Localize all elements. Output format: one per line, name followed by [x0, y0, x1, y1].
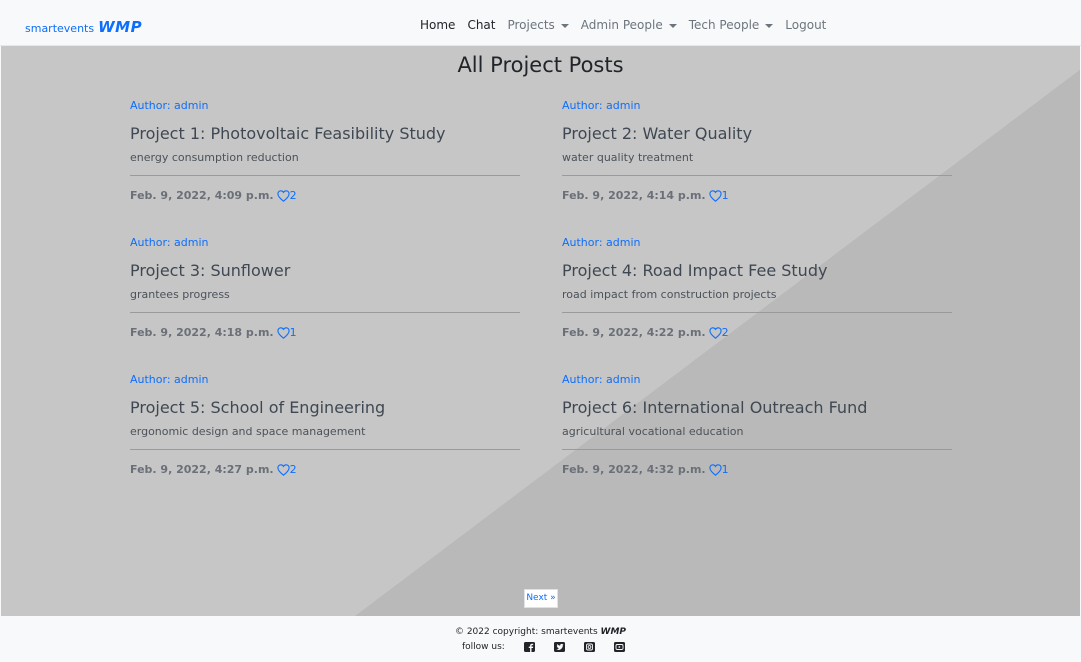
heart-icon[interactable]: [708, 189, 722, 202]
post-date: Feb. 9, 2022, 4:09 p.m.: [130, 189, 274, 202]
like-count: 1: [289, 326, 297, 339]
like-count: 1: [721, 189, 729, 202]
heart-icon[interactable]: [276, 189, 290, 202]
post-divider: [130, 312, 520, 313]
caret-down-icon: [560, 23, 569, 28]
post-meta: Feb. 9, 2022, 4:18 p.m. 1: [130, 326, 520, 339]
post-author-link[interactable]: Author: admin: [130, 99, 520, 112]
post-divider: [130, 449, 520, 450]
post-description: energy consumption reduction: [130, 151, 299, 164]
post-meta: Feb. 9, 2022, 4:14 p.m. 1: [562, 189, 952, 202]
post-card: Author: admin Project 4: Road Impact Fee…: [562, 236, 952, 339]
like-count: 2: [289, 463, 297, 476]
post-card: Author: admin Project 3: Sunflower grant…: [130, 236, 520, 339]
post-title[interactable]: Project 2: Water Quality: [562, 124, 952, 143]
nav-chat-label: Chat: [467, 18, 496, 32]
post-date: Feb. 9, 2022, 4:27 p.m.: [130, 463, 274, 476]
post-author-link[interactable]: Author: admin: [130, 236, 520, 249]
post-title[interactable]: Project 3: Sunflower: [130, 261, 520, 280]
copyright-label: © 2022 copyright: smartevents: [454, 627, 598, 637]
post-card: Author: admin Project 6: International O…: [562, 373, 952, 476]
brand-text: smartevents: [25, 22, 95, 35]
footer: © 2022 copyright: smartevents WMP follow…: [0, 616, 1081, 662]
post-description: water quality treatment: [562, 151, 694, 164]
nav-admin-people-label: Admin People: [580, 18, 663, 32]
brand-logo[interactable]: smartevents WMP: [25, 18, 142, 36]
post-card: Author: admin Project 5: School of Engin…: [130, 373, 520, 476]
post-divider: [562, 449, 952, 450]
main-content: All Project Posts Author: admin Project …: [1, 46, 1080, 616]
post-description: road impact from construction projects: [562, 288, 777, 301]
post-author-link[interactable]: Author: admin: [130, 373, 520, 386]
nav-tech-people-dropdown[interactable]: Tech People: [689, 18, 774, 32]
heart-icon[interactable]: [276, 326, 290, 339]
post-date: Feb. 9, 2022, 4:32 p.m.: [562, 463, 706, 476]
post-author-link[interactable]: Author: admin: [562, 373, 952, 386]
post-date: Feb. 9, 2022, 4:14 p.m.: [562, 189, 706, 202]
facebook-icon[interactable]: [523, 642, 535, 652]
like-count: 2: [289, 189, 297, 202]
nav-logout-link[interactable]: Logout: [785, 18, 826, 32]
nav-projects-label: Projects: [507, 18, 555, 32]
instagram-icon[interactable]: [583, 642, 595, 652]
post-title[interactable]: Project 5: School of Engineering: [130, 398, 520, 417]
post-description: agricultural vocational education: [562, 425, 744, 438]
post-meta: Feb. 9, 2022, 4:32 p.m. 1: [562, 463, 952, 476]
navbar: smartevents WMP Home Chat Projects Admin…: [0, 4, 1081, 46]
page-title: All Project Posts: [457, 53, 624, 77]
nav-home-link[interactable]: Home: [420, 18, 455, 32]
nav-chat-link[interactable]: Chat: [467, 18, 495, 32]
follow-us: follow us:: [462, 642, 625, 652]
heart-icon[interactable]: [708, 463, 722, 476]
post-title[interactable]: Project 1: Photovoltaic Feasibility Stud…: [130, 124, 520, 143]
nav-links: Home Chat Projects Admin People Tech Peo…: [420, 18, 838, 32]
heart-icon[interactable]: [708, 326, 722, 339]
post-date: Feb. 9, 2022, 4:22 p.m.: [562, 326, 706, 339]
nav-tech-people-label: Tech People: [688, 18, 760, 32]
post-date: Feb. 9, 2022, 4:18 p.m.: [130, 326, 274, 339]
post-title[interactable]: Project 4: Road Impact Fee Study: [562, 261, 952, 280]
post-author-link[interactable]: Author: admin: [562, 99, 952, 112]
nav-projects-dropdown[interactable]: Projects: [507, 18, 569, 32]
post-title[interactable]: Project 6: International Outreach Fund: [562, 398, 952, 417]
twitter-icon[interactable]: [553, 642, 565, 652]
post-divider: [130, 175, 520, 176]
post-description: ergonomic design and space management: [130, 425, 366, 438]
post-divider: [562, 312, 952, 313]
post-card: Author: admin Project 2: Water Quality w…: [562, 99, 952, 202]
caret-down-icon: [668, 23, 677, 28]
post-description: grantees progress: [130, 288, 230, 301]
nav-home-label: Home: [420, 18, 456, 32]
like-count: 2: [721, 326, 729, 339]
brand-wmp-logo: WMP: [98, 18, 143, 36]
post-meta: Feb. 9, 2022, 4:09 p.m. 2: [130, 189, 520, 202]
post-divider: [562, 175, 952, 176]
caret-down-icon: [765, 23, 774, 28]
post-meta: Feb. 9, 2022, 4:27 p.m. 2: [130, 463, 520, 476]
copyright-text: © 2022 copyright: smartevents WMP: [0, 627, 1081, 637]
follow-label: follow us:: [462, 642, 505, 652]
post-meta: Feb. 9, 2022, 4:22 p.m. 2: [562, 326, 952, 339]
next-page-button[interactable]: Next »: [524, 589, 558, 608]
post-author-link[interactable]: Author: admin: [562, 236, 952, 249]
nav-admin-people-dropdown[interactable]: Admin People: [581, 18, 677, 32]
heart-icon[interactable]: [276, 463, 290, 476]
footer-wmp-logo: WMP: [600, 627, 627, 637]
post-card: Author: admin Project 1: Photovoltaic Fe…: [130, 99, 520, 202]
youtube-icon[interactable]: [613, 642, 625, 652]
nav-logout-label: Logout: [785, 18, 827, 32]
like-count: 1: [721, 463, 729, 476]
